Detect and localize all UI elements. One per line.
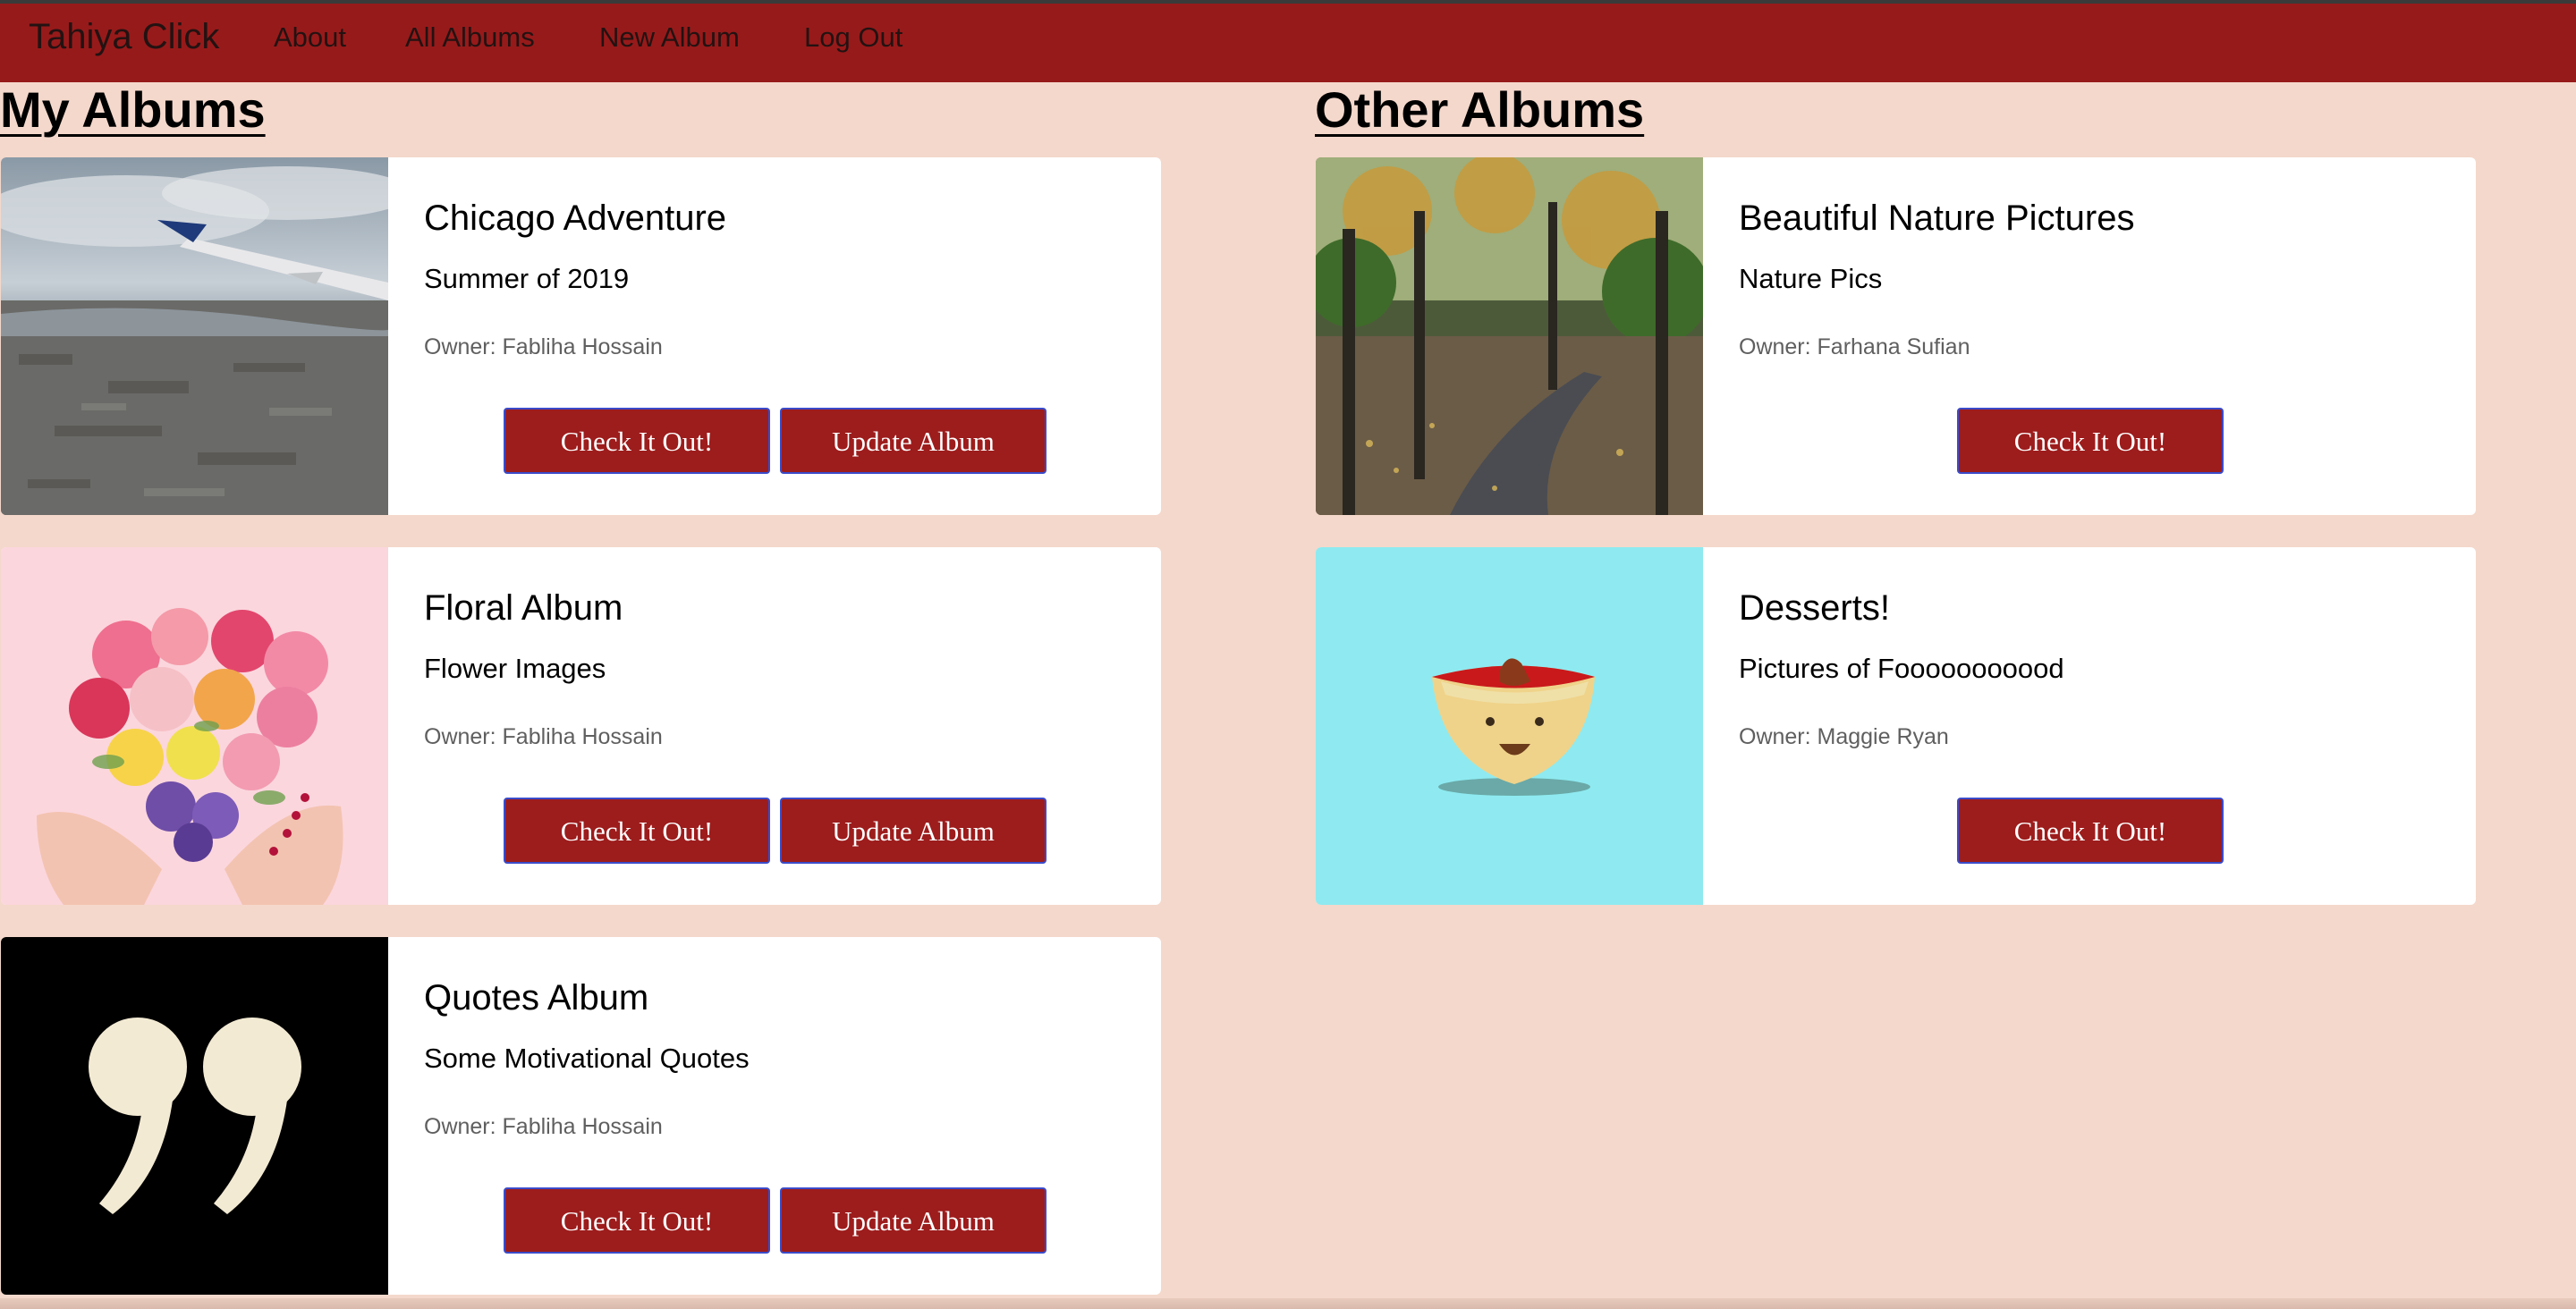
album-subtitle: Some Motivational Quotes: [424, 1043, 750, 1074]
nav-link-all-albums[interactable]: All Albums: [405, 20, 535, 55]
update-album-button[interactable]: Update Album: [780, 408, 1046, 474]
album-title: Desserts!: [1739, 588, 1890, 628]
album-subtitle: Pictures of Fooooooooood: [1739, 653, 2064, 684]
album-card-floral-album: Floral Album Flower Images Owner: Fablih…: [1, 547, 1161, 905]
update-album-button[interactable]: Update Album: [780, 1187, 1046, 1254]
album-cover-image: [1, 937, 388, 1295]
album-card-beautiful-nature-pictures: Beautiful Nature Pictures Nature Pics Ow…: [1316, 157, 2476, 515]
check-it-out-button[interactable]: Check It Out!: [504, 408, 770, 474]
album-owner: Owner: Fabliha Hossain: [424, 724, 663, 749]
check-it-out-button[interactable]: Check It Out!: [504, 1187, 770, 1254]
album-owner: Owner: Fabliha Hossain: [424, 334, 663, 359]
nav-link-about[interactable]: About: [274, 20, 346, 55]
check-it-out-button[interactable]: Check It Out!: [1957, 798, 2224, 864]
album-title: Chicago Adventure: [424, 198, 727, 238]
album-cover-image: [1, 157, 388, 515]
page-bottom-edge: [0, 1298, 2576, 1309]
nav-link-new-album[interactable]: New Album: [599, 20, 740, 55]
album-title: Floral Album: [424, 588, 623, 628]
album-owner: Owner: Maggie Ryan: [1739, 724, 1949, 749]
album-cover-image: [1316, 157, 1703, 515]
album-title: Beautiful Nature Pictures: [1739, 198, 2135, 238]
album-card-chicago-adventure: Chicago Adventure Summer of 2019 Owner: …: [1, 157, 1161, 515]
nav-link-log-out[interactable]: Log Out: [804, 20, 902, 55]
album-owner: Owner: Fabliha Hossain: [424, 1114, 663, 1139]
album-subtitle: Summer of 2019: [424, 263, 630, 294]
check-it-out-button[interactable]: Check It Out!: [504, 798, 770, 864]
album-subtitle: Flower Images: [424, 653, 606, 684]
album-subtitle: Nature Pics: [1739, 263, 1883, 294]
album-cover-image: [1316, 547, 1703, 905]
check-it-out-button[interactable]: Check It Out!: [1957, 408, 2224, 474]
navbar: Tahiya Click About All Albums New Album …: [0, 4, 2576, 82]
album-card-desserts: Desserts! Pictures of Fooooooooood Owner…: [1316, 547, 2476, 905]
other-albums-heading: Other Albums: [1315, 81, 1645, 138]
update-album-button[interactable]: Update Album: [780, 798, 1046, 864]
my-albums-heading: My Albums: [0, 81, 266, 138]
album-card-quotes-album: Quotes Album Some Motivational Quotes Ow…: [1, 937, 1161, 1295]
album-title: Quotes Album: [424, 978, 649, 1018]
album-owner: Owner: Farhana Sufian: [1739, 334, 1970, 359]
brand-link[interactable]: Tahiya Click: [29, 14, 219, 59]
album-cover-image: [1, 547, 388, 905]
